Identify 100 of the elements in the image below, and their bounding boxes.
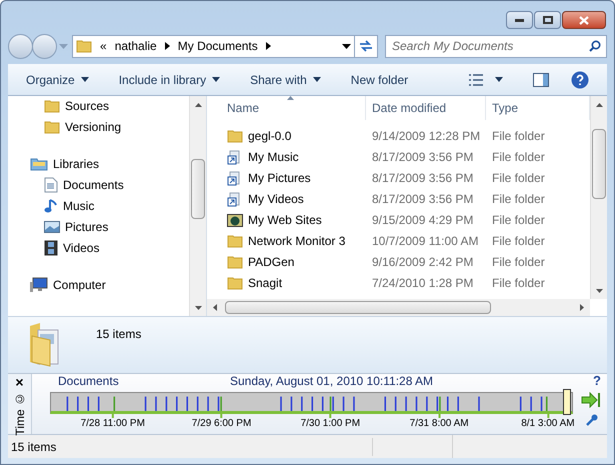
folder-icon bbox=[227, 128, 243, 144]
picture-icon bbox=[44, 220, 60, 234]
folder-icon bbox=[227, 254, 243, 270]
type-cell-text: File folder bbox=[491, 170, 546, 186]
scroll-right-icon bbox=[580, 304, 584, 311]
maximize-icon bbox=[542, 16, 552, 24]
column-header[interactable]: Name bbox=[221, 96, 366, 120]
computer-icon bbox=[30, 277, 48, 293]
breadcrumb-segment[interactable]: nathalie bbox=[114, 37, 157, 55]
timeline-tick-label: 7/31 8:00 AM bbox=[410, 418, 469, 430]
file-name: My Videos bbox=[248, 190, 304, 208]
refresh-button[interactable] bbox=[354, 34, 378, 58]
view-options-button[interactable] bbox=[469, 74, 503, 86]
scroll-left-icon bbox=[213, 304, 217, 311]
scrollbar-thumb[interactable] bbox=[191, 159, 205, 219]
library-icon bbox=[30, 156, 48, 172]
scrollbar-thumb[interactable] bbox=[592, 129, 606, 199]
scroll-up-icon bbox=[194, 102, 202, 106]
panel-title: Time © bbox=[12, 392, 28, 436]
date-cell-text: 9/14/2009 12:28 PM bbox=[371, 128, 482, 144]
nav-item[interactable]: Music bbox=[30, 198, 189, 214]
file-row[interactable]: PADGen 9/16/2009 2:42 PM File folder bbox=[207, 251, 590, 272]
scrollbar-thumb[interactable] bbox=[225, 301, 491, 314]
file-row[interactable]: My Web Sites 9/15/2009 4:29 PM File folder bbox=[207, 209, 590, 230]
refresh-arrows-icon bbox=[359, 40, 373, 52]
horizontal-scrollbar[interactable] bbox=[207, 299, 590, 316]
document-icon bbox=[44, 177, 58, 193]
status-text: 15 items bbox=[11, 438, 373, 456]
vertical-scrollbar[interactable] bbox=[189, 96, 206, 316]
timestamp-label: Sunday, August 01, 2010 10:11:28 AM bbox=[230, 373, 434, 390]
date-cell-text: 10/7/2009 11:00 AM bbox=[371, 232, 480, 250]
nav-item[interactable]: Libraries bbox=[30, 156, 189, 172]
breadcrumb-arrow-icon[interactable] bbox=[164, 42, 170, 50]
location-label: Documents bbox=[57, 373, 120, 390]
timeline-thumb[interactable] bbox=[562, 389, 571, 415]
maximize-button[interactable] bbox=[534, 11, 561, 29]
nav-item[interactable]: Documents bbox=[30, 177, 189, 193]
timeline-tick-label: 7/30 1:00 PM bbox=[300, 418, 360, 430]
file-name: PADGen bbox=[248, 254, 294, 270]
column-header[interactable]: Date modified bbox=[366, 96, 486, 120]
minimize-icon bbox=[515, 18, 524, 22]
file-name: Network Monitor 3 bbox=[248, 232, 346, 250]
nav-item[interactable]: Versioning bbox=[30, 119, 189, 135]
timeline-tick-label: 7/28 11:00 PM bbox=[80, 418, 145, 430]
minimize-button[interactable] bbox=[506, 11, 533, 29]
file-row[interactable]: Snagit 7/24/2010 1:28 PM File folder bbox=[207, 272, 590, 293]
caret-icon bbox=[495, 77, 503, 82]
address-bar[interactable]: « nathalie My Documents bbox=[72, 34, 355, 58]
file-row[interactable]: My Music 8/17/2009 3:56 PM File folder bbox=[207, 146, 590, 167]
date-cell-text: 8/17/2009 3:56 PM bbox=[371, 190, 474, 208]
go-to-now-arrow-icon[interactable] bbox=[581, 392, 601, 408]
vertical-scrollbar[interactable] bbox=[590, 96, 607, 299]
date-cell-text: 8/17/2009 3:56 PM bbox=[371, 148, 474, 166]
search-field[interactable]: Search My Documents bbox=[385, 34, 607, 58]
help-button[interactable]: ? bbox=[593, 370, 601, 390]
toolbar-button[interactable]: Share with bbox=[250, 70, 321, 88]
scroll-down-icon bbox=[596, 288, 602, 292]
type-cell-text: File folder bbox=[491, 232, 546, 250]
list-view-icon bbox=[469, 74, 483, 86]
scroll-down-icon bbox=[194, 306, 202, 310]
type-cell-text: File folder bbox=[491, 148, 546, 166]
file-row[interactable]: My Videos 8/17/2009 3:56 PM File folder bbox=[207, 188, 590, 209]
breadcrumb-segment[interactable]: « bbox=[100, 37, 107, 55]
scroll-up-icon bbox=[596, 102, 602, 106]
nav-item[interactable]: Videos bbox=[30, 240, 189, 256]
type-cell-text: File folder bbox=[491, 254, 546, 270]
file-row[interactable]: My Pictures 8/17/2009 3:56 PM File folder bbox=[207, 167, 590, 188]
date-cell-text: 9/15/2009 4:29 PM bbox=[371, 212, 474, 228]
file-row[interactable]: gegl-0.0 9/14/2009 12:28 PM File folder bbox=[207, 125, 590, 146]
close-icon bbox=[579, 16, 589, 24]
file-name: Snagit bbox=[248, 274, 282, 292]
nav-item[interactable]: Sources bbox=[30, 98, 189, 114]
date-cell-text: 9/16/2009 2:42 PM bbox=[371, 254, 474, 270]
folder-icon bbox=[227, 274, 243, 290]
breadcrumb-segment[interactable]: My Documents bbox=[178, 37, 258, 55]
search-icon bbox=[589, 40, 601, 52]
folder-icon bbox=[44, 98, 60, 114]
toolbar-button[interactable]: Include in library bbox=[118, 70, 220, 88]
nav-item[interactable]: Pictures bbox=[30, 219, 189, 235]
type-cell-text: File folder bbox=[491, 190, 546, 208]
timeline-tick-label: 8/1 3:00 AM bbox=[521, 418, 575, 430]
toolbar-button[interactable]: Organize bbox=[26, 70, 89, 88]
close-button[interactable] bbox=[562, 11, 606, 29]
preview-pane-icon[interactable] bbox=[533, 72, 549, 86]
item-count: 15 items bbox=[96, 326, 142, 343]
folder-icon bbox=[44, 119, 60, 135]
toolbar-button[interactable]: New folder bbox=[350, 70, 408, 88]
close-panel-button[interactable]: × bbox=[15, 374, 24, 390]
file-name: My Music bbox=[248, 148, 299, 166]
dropdown-caret-icon[interactable] bbox=[342, 44, 351, 48]
file-name: My Pictures bbox=[248, 170, 311, 186]
help-icon[interactable] bbox=[571, 70, 589, 88]
nav-item[interactable]: Computer bbox=[30, 277, 189, 293]
folder-icon bbox=[227, 232, 243, 248]
address-folder-icon bbox=[76, 38, 92, 54]
type-cell-text: File folder bbox=[491, 274, 546, 292]
breadcrumb-arrow-icon[interactable] bbox=[266, 42, 271, 50]
timeline-tick-label: 7/29 6:00 PM bbox=[192, 418, 252, 430]
date-cell-text: 7/24/2010 1:28 PM bbox=[371, 274, 474, 292]
file-row[interactable]: Network Monitor 3 10/7/2009 11:00 AM File folder bbox=[207, 230, 590, 251]
